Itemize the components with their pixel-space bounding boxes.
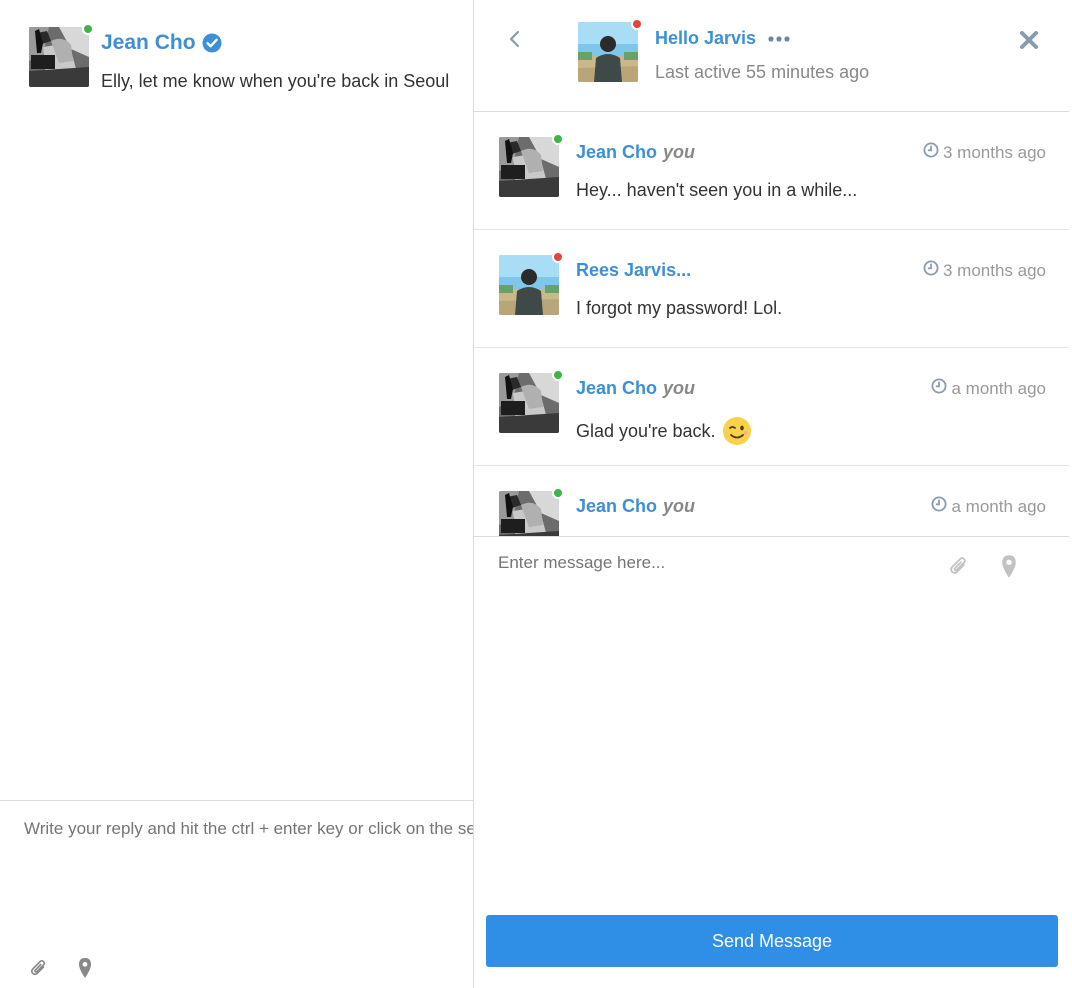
message-text: I forgot my password! Lol.	[576, 298, 783, 318]
close-icon[interactable]	[1017, 28, 1041, 52]
clock-icon	[923, 260, 939, 281]
message-item[interactable]: Jean Cho you 3 months ago Hey... haven't se…	[474, 112, 1069, 230]
avatar[interactable]	[29, 23, 94, 87]
avatar[interactable]	[499, 487, 564, 536]
map-pin-icon[interactable]	[998, 554, 1020, 578]
message-text: Elly, let me know when you're back in Se…	[101, 71, 450, 91]
message-text-row: Glad you're back.	[576, 416, 752, 446]
clock-icon	[931, 378, 947, 399]
sender-name-row: Jean Cho you	[576, 496, 695, 517]
chat-header: Hello Jarvis Last active 55 minutes ago	[474, 0, 1069, 112]
you-label: you	[663, 142, 696, 162]
ellipsis-icon[interactable]	[768, 35, 790, 43]
paperclip-icon[interactable]	[948, 555, 970, 577]
message-item[interactable]: Jean Cho you a month ago Glad you're back.	[474, 348, 1069, 466]
reply-input[interactable]	[24, 819, 474, 839]
avatar-image	[578, 22, 638, 82]
online-status-dot	[552, 487, 564, 499]
message-time: 3 months ago	[923, 142, 1046, 163]
time-text: 3 months ago	[942, 260, 1046, 280]
reply-box	[0, 800, 474, 988]
avatar[interactable]	[499, 251, 564, 315]
map-pin-icon[interactable]	[74, 957, 96, 979]
clock-icon	[923, 142, 939, 163]
sender-name-row: Rees Jarvis...	[576, 260, 691, 281]
conversation-pane: Jean Cho Elly, let me know when you're b…	[0, 0, 474, 988]
paperclip-icon[interactable]	[28, 957, 50, 979]
online-status-dot	[552, 369, 564, 381]
sender-name[interactable]: Jean Cho	[576, 496, 657, 516]
sender-name-row: Jean Cho	[101, 31, 222, 55]
avatar-image	[29, 27, 89, 87]
message-text-row: Hey... haven't seen you in a while...	[576, 180, 857, 201]
avatar[interactable]	[578, 18, 643, 82]
message-time: a month ago	[931, 378, 1046, 399]
sender-name-row: Jean Cho you	[576, 378, 695, 399]
message-item[interactable]: Jean Cho you a month ago	[474, 466, 1069, 536]
offline-status-dot	[552, 251, 564, 263]
sender-name-row: Jean Cho you	[576, 142, 695, 163]
time-text: a month ago	[951, 378, 1046, 398]
you-label: you	[663, 496, 696, 516]
message-input[interactable]	[498, 553, 918, 573]
chat-title-row: Hello Jarvis	[655, 28, 790, 49]
avatar[interactable]	[499, 369, 564, 433]
verified-check-icon	[202, 33, 222, 53]
message-item[interactable]: Rees Jarvis... 3 months ago I forgot my pa…	[474, 230, 1069, 348]
message-time: 3 months ago	[923, 260, 1046, 281]
compose-tools	[948, 554, 1020, 578]
you-label: you	[663, 378, 696, 398]
message-text-row: I forgot my password! Lol.	[576, 298, 782, 319]
chevron-left-icon[interactable]	[502, 26, 528, 52]
chat-title[interactable]: Hello Jarvis	[655, 28, 756, 49]
time-text: 3 months ago	[942, 142, 1046, 162]
online-status-dot	[82, 23, 94, 35]
message-list[interactable]: Jean Cho you 3 months ago Hey... haven't se…	[474, 112, 1069, 536]
avatar-image	[499, 373, 559, 433]
sender-name[interactable]: Jean Cho	[576, 378, 657, 398]
offline-status-dot	[631, 18, 643, 30]
avatar-image	[499, 255, 559, 315]
sender-name[interactable]: Jean Cho	[101, 31, 196, 55]
time-text: a month ago	[951, 496, 1046, 516]
message-text: Glad you're back.	[576, 420, 716, 441]
online-status-dot	[552, 133, 564, 145]
compose-area: Send Message	[474, 536, 1069, 988]
chat-screen: Jean Cho Elly, let me know when you're b…	[0, 0, 1072, 988]
avatar-image	[499, 491, 559, 536]
reply-tools	[28, 957, 96, 979]
last-active-text: Last active 55 minutes ago	[655, 62, 870, 82]
message-time: a month ago	[931, 496, 1046, 517]
clock-icon	[931, 496, 947, 517]
winking-face-emoji-icon	[722, 416, 752, 446]
send-message-button[interactable]: Send Message	[486, 915, 1058, 967]
sender-name[interactable]: Jean Cho	[576, 142, 657, 162]
sender-name[interactable]: Rees Jarvis...	[576, 260, 691, 280]
chat-panel: Hello Jarvis Last active 55 minutes ago …	[473, 0, 1069, 988]
message-text: Hey... haven't seen you in a while...	[576, 180, 858, 200]
avatar[interactable]	[499, 133, 564, 197]
avatar-image	[499, 137, 559, 197]
